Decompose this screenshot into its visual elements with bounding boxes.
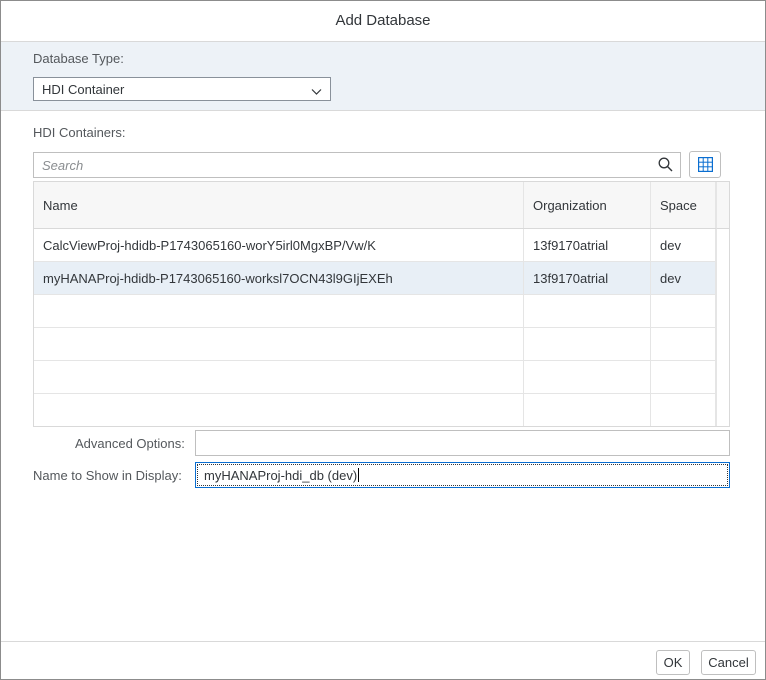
add-database-dialog: Add Database Database Type: HDI Containe… — [0, 0, 766, 680]
table-settings-icon — [698, 157, 713, 172]
ok-button[interactable]: OK — [656, 650, 690, 675]
row-organization-cell: 13f9170atrial — [524, 262, 651, 294]
database-type-value: HDI Container — [42, 82, 125, 97]
table-empty-row — [34, 328, 716, 361]
display-name-value: myHANAProj-hdi_db (dev) — [204, 468, 360, 483]
advanced-options-input[interactable] — [195, 430, 730, 456]
advanced-options-label: Advanced Options: — [75, 436, 185, 451]
database-type-section: Database Type: HDI Container — [1, 42, 765, 111]
database-type-select[interactable]: HDI Container — [33, 77, 331, 101]
dialog-title: Add Database — [1, 1, 765, 42]
table-vertical-scrollbar[interactable] — [716, 229, 729, 426]
column-header-organization[interactable]: Organization — [524, 182, 651, 228]
table-empty-row — [34, 295, 716, 328]
table-row[interactable]: CalcViewProj-hdidb-P1743065160-worY5irl0… — [34, 229, 716, 262]
hdi-containers-table: Name Organization Space CalcViewProj-hdi… — [33, 181, 730, 427]
table-row-selected[interactable]: myHANAProj-hdidb-P1743065160-worksl7OCN4… — [34, 262, 716, 295]
row-space-cell: dev — [651, 262, 716, 294]
row-name-cell: CalcViewProj-hdidb-P1743065160-worY5irl0… — [34, 229, 524, 261]
table-empty-row — [34, 361, 716, 394]
cancel-button[interactable]: Cancel — [701, 650, 756, 675]
row-organization-cell: 13f9170atrial — [524, 229, 651, 261]
row-name-cell: myHANAProj-hdidb-P1743065160-worksl7OCN4… — [34, 262, 524, 294]
column-header-name[interactable]: Name — [34, 182, 524, 228]
table-empty-row — [34, 394, 716, 426]
table-header-row: Name Organization Space — [34, 182, 716, 229]
row-space-cell: dev — [651, 229, 716, 261]
dialog-footer: OK Cancel — [1, 641, 765, 679]
database-type-label: Database Type: — [33, 51, 124, 66]
display-name-label: Name to Show in Display: — [33, 468, 182, 483]
search-icon[interactable] — [658, 157, 673, 177]
display-name-input[interactable]: myHANAProj-hdi_db (dev) — [195, 462, 730, 488]
hdi-containers-label: HDI Containers: — [33, 125, 126, 140]
chevron-down-icon — [311, 84, 322, 102]
column-header-space[interactable]: Space — [651, 182, 716, 228]
container-search-input[interactable]: Search — [33, 152, 681, 178]
search-placeholder: Search — [42, 158, 84, 173]
table-settings-button[interactable] — [689, 151, 721, 178]
table-header-scroll-spacer — [716, 182, 729, 229]
